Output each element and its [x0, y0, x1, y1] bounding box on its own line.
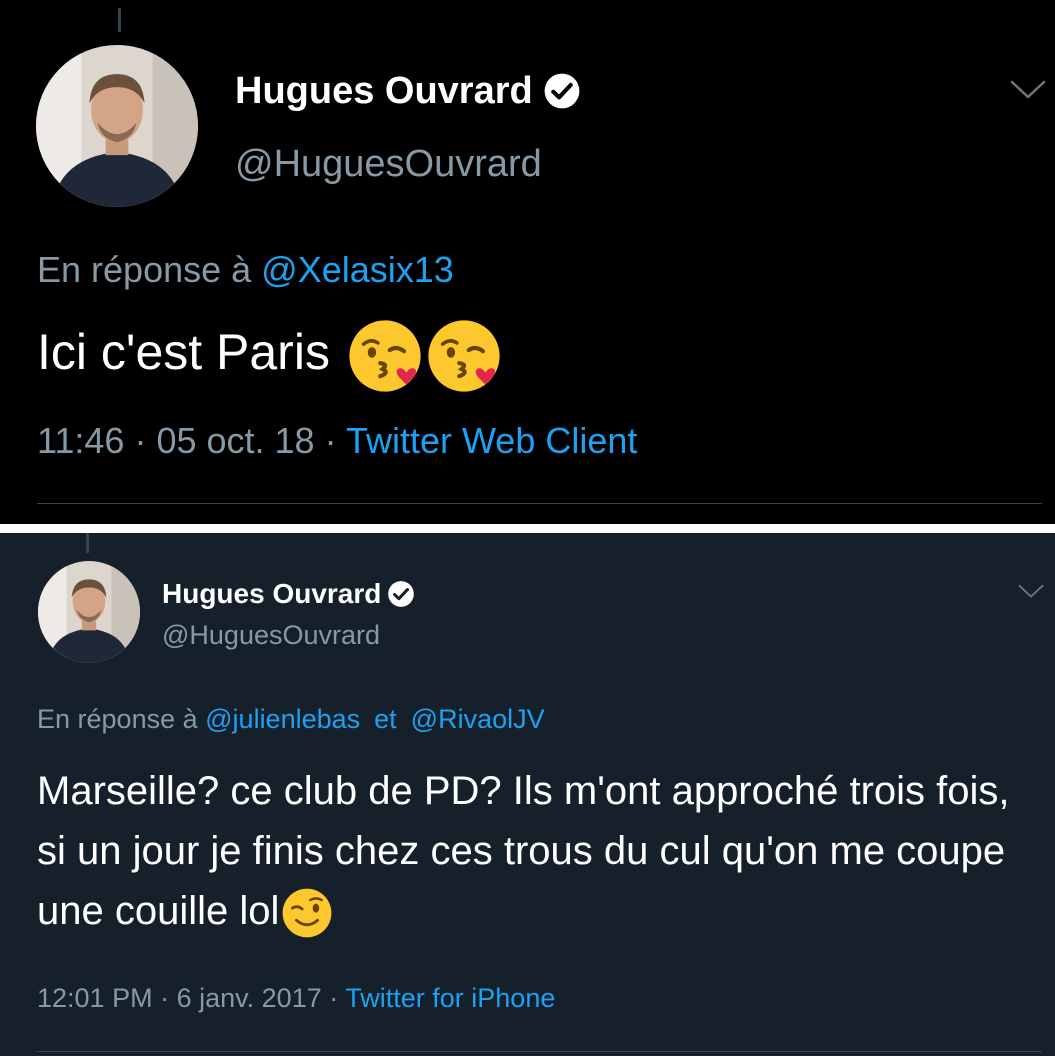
avatar[interactable] [38, 561, 140, 663]
author-name[interactable]: Hugues Ouvrard [162, 578, 381, 610]
tweet-metadata: 12:01 PM · 6 janv. 2017 · Twitter for iP… [37, 983, 555, 1014]
tweet-time[interactable]: 11:46 [37, 420, 124, 461]
author-handle[interactable]: @HuguesOuvrard [162, 620, 380, 651]
reply-mention-link[interactable]: @RivaolJV [411, 704, 545, 734]
reply-joiner: et [374, 704, 397, 734]
thread-connector-line [118, 8, 121, 32]
tweet-date[interactable]: 05 oct. 18 [156, 420, 314, 461]
tweet-card-2: Hugues Ouvrard @HuguesOuvrard En réponse… [0, 533, 1055, 1056]
kissing-heart-emoji-icon [426, 318, 502, 394]
chevron-down-icon[interactable] [1018, 584, 1044, 599]
meta-separator: · [329, 983, 339, 1013]
author-name-row: Hugues Ouvrard [162, 577, 415, 611]
thread-connector-line [86, 533, 89, 553]
reply-mention-link[interactable]: @julienlebas [205, 704, 360, 734]
reply-prefix: En réponse à [37, 249, 252, 290]
meta-separator: · [324, 420, 337, 461]
tweet-source-link[interactable]: Twitter Web Client [346, 420, 637, 461]
divider [37, 1051, 1042, 1052]
tweet-date[interactable]: 6 janv. 2017 [177, 983, 322, 1013]
reply-mention-link[interactable]: @Xelasix13 [261, 249, 454, 290]
tweet-text-content: Marseille? ce club de PD? Ils m'ont appr… [37, 769, 1010, 933]
winking-face-emoji-icon [281, 887, 333, 939]
tweet-source-link[interactable]: Twitter for iPhone [345, 983, 555, 1013]
avatar[interactable] [36, 45, 198, 207]
reply-context: En réponse à @julienlebas et @RivaolJV [37, 704, 545, 735]
meta-separator: · [134, 420, 147, 461]
verified-badge-icon [543, 72, 581, 110]
tweet-text: Marseille? ce club de PD? Ils m'ont appr… [37, 761, 1037, 941]
tweet-metadata: 11:46 · 05 oct. 18 · Twitter Web Client [37, 420, 637, 462]
meta-separator: · [160, 983, 170, 1013]
kissing-heart-emoji-icon [347, 318, 423, 394]
reply-context: En réponse à @Xelasix13 [37, 249, 454, 291]
tweet-time[interactable]: 12:01 PM [37, 983, 153, 1013]
tweet-text: Ici c'est Paris [37, 318, 502, 394]
author-name[interactable]: Hugues Ouvrard [235, 70, 533, 113]
reply-prefix: En réponse à [37, 704, 198, 734]
tweet-card-1: Hugues Ouvrard @HuguesOuvrard En réponse… [0, 0, 1055, 524]
tweet-text-content: Ici c'est Paris [37, 324, 330, 381]
author-handle[interactable]: @HuguesOuvrard [235, 143, 542, 186]
chevron-down-icon[interactable] [1010, 80, 1046, 100]
verified-badge-icon [387, 580, 415, 608]
divider [37, 503, 1042, 504]
author-name-row: Hugues Ouvrard [235, 68, 581, 114]
